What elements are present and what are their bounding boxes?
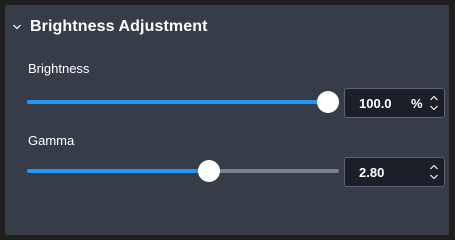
brightness-adjustment-panel: Brightness Adjustment Brightness 100.0 %…: [5, 5, 449, 235]
panel-header[interactable]: Brightness Adjustment: [5, 5, 449, 49]
gamma-slider[interactable]: [27, 160, 339, 184]
chevron-down-icon[interactable]: [13, 23, 21, 31]
brightness-value[interactable]: 100.0: [359, 96, 392, 111]
gamma-slider-thumb[interactable]: [198, 160, 221, 182]
brightness-slider[interactable]: [27, 91, 339, 115]
brightness-label: Brightness: [28, 61, 90, 76]
gamma-value[interactable]: 2.80: [359, 165, 384, 180]
brightness-slider-fill: [27, 100, 328, 104]
gamma-slider-fill: [27, 169, 210, 173]
spin-arrows-icon[interactable]: [429, 94, 439, 112]
brightness-slider-thumb[interactable]: [317, 91, 339, 113]
brightness-unit: %: [411, 96, 423, 111]
spin-arrows-icon[interactable]: [429, 163, 439, 181]
brightness-spinbox[interactable]: 100.0 %: [344, 88, 445, 118]
gamma-spinbox[interactable]: 2.80: [344, 157, 445, 187]
gamma-label: Gamma: [28, 133, 75, 148]
panel-title: Brightness Adjustment: [30, 18, 208, 35]
app-window: Brightness Adjustment Brightness 100.0 %…: [0, 0, 455, 240]
